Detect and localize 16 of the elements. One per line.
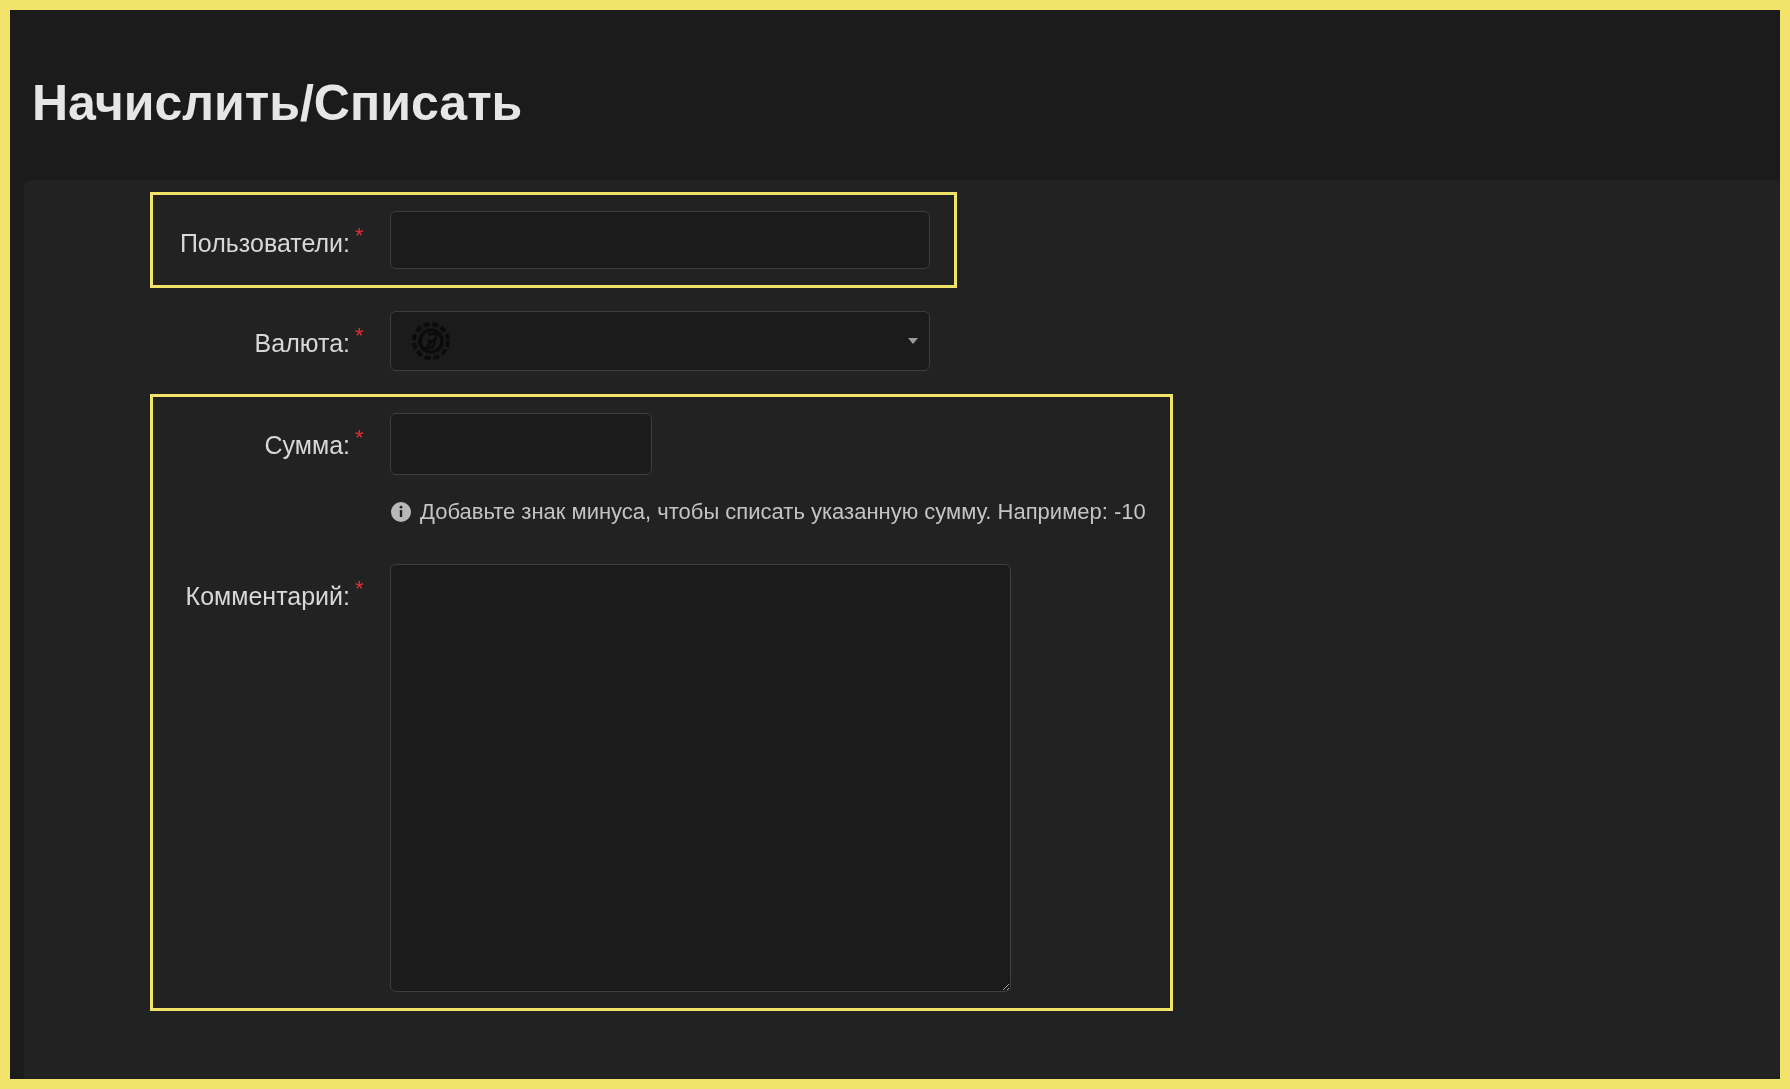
users-input-field[interactable]	[390, 211, 930, 269]
required-mark: *	[355, 424, 365, 452]
amount-input-field[interactable]	[390, 413, 652, 475]
field-label: Валюта:	[254, 328, 350, 359]
currency-dropdown[interactable]	[390, 311, 930, 371]
page-title: Начислить/Списать	[31, 74, 523, 133]
comment-textarea[interactable]	[390, 564, 1011, 992]
required-mark: *	[355, 222, 365, 250]
field-label: Пользователи:	[179, 228, 350, 259]
required-mark: *	[355, 575, 365, 603]
field-label: Комментарий:	[185, 581, 350, 612]
hint-text: Добавьте знак минуса, чтобы списать указанную сумму. Например: -10	[420, 498, 1146, 526]
field-label: Сумма:	[264, 430, 350, 461]
required-mark: *	[355, 322, 365, 350]
caret-icon	[907, 337, 919, 345]
info-icon	[390, 500, 412, 523]
